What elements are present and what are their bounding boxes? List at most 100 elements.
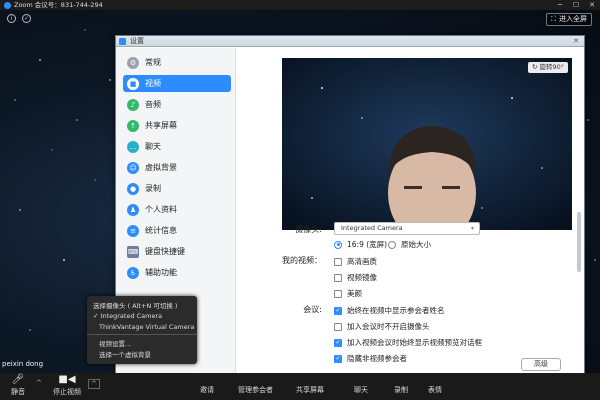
preview-dialog-label: 加入视频会议时始终显示视频预览对话框 [347, 338, 482, 347]
hd-option[interactable]: 高清画质 [334, 256, 377, 267]
video-settings-item[interactable]: 视频设置... [99, 338, 131, 348]
video-preview: ↻ 旋转90° [282, 58, 572, 230]
sidebar-item-statistics[interactable]: ≡ 统计信息 [123, 222, 231, 239]
settings-title: 设置 [130, 37, 144, 45]
hd-checkbox[interactable] [334, 257, 342, 266]
camera-option-label: Integrated Camera [100, 312, 163, 320]
stop-video-button[interactable]: ■◀ 停止视频 [48, 373, 86, 400]
sidebar-item-label: 视频 [145, 79, 161, 88]
my-video-label: 我的视频： [282, 256, 322, 265]
rotate-video-button[interactable]: ↻ 旋转90° [527, 62, 568, 73]
turn-off-video-checkbox[interactable] [334, 322, 342, 331]
sidebar-item-label: 虚拟背景 [145, 163, 177, 172]
sidebar-item-label: 常规 [145, 58, 161, 67]
hide-nonvideo-checkbox[interactable]: ✓ [334, 354, 342, 363]
sidebar-item-label: 聊天 [145, 142, 161, 151]
sidebar-item-label: 共享屏幕 [145, 121, 177, 130]
video-preview-image [282, 58, 572, 230]
advanced-button[interactable]: 高级 [521, 358, 561, 371]
info-icon[interactable]: i [7, 14, 16, 23]
video-options-chevron-icon[interactable]: ^ [88, 379, 100, 389]
sidebar-item-chat[interactable]: … 聊天 [123, 138, 231, 155]
popup-divider [87, 334, 197, 335]
video-camera-icon: ■◀ [58, 374, 76, 385]
chat-button[interactable]: 聊天 [354, 385, 368, 395]
fullscreen-label: 进入全屏 [559, 15, 587, 23]
touch-up-option[interactable]: 美颜 [334, 288, 362, 299]
ratio-widescreen-radio[interactable] [334, 240, 342, 249]
profile-icon: ♟ [127, 203, 139, 216]
choose-background-item[interactable]: 选择一个虚拟背景 [99, 349, 151, 359]
mute-button[interactable]: 🎤︎ 静音 [6, 373, 30, 400]
headphones-icon: ♪ [127, 98, 139, 111]
camera-option-virtual[interactable]: ThinkVantage Virtual Camera [99, 323, 194, 331]
checkmark-icon: ✓ [93, 312, 99, 320]
audio-options-chevron-icon[interactable]: ^ [36, 379, 42, 387]
minimize-icon[interactable]: ─ [552, 0, 568, 10]
sidebar-item-accessibility[interactable]: ♿ 辅助功能 [123, 264, 231, 281]
sidebar-item-recording[interactable]: ● 录制 [123, 180, 231, 197]
turn-off-video-option[interactable]: 加入会议时不开启摄像头 [334, 321, 430, 332]
ratio-original-option[interactable]: 原始大小 [388, 239, 431, 250]
show-names-label: 始终在视频中显示参会者姓名 [347, 306, 445, 315]
camera-select-value: Integrated Camera [341, 224, 403, 232]
microphone-icon: 🎤︎ [11, 374, 25, 385]
camera-option-integrated[interactable]: ✓ Integrated Camera [93, 312, 162, 320]
sidebar-item-general[interactable]: ⚙ 常规 [123, 54, 231, 71]
window-title: Zoom 会议号：831-744-294 [14, 1, 103, 9]
keyboard-icon: ⌨ [127, 245, 139, 258]
enter-fullscreen-button[interactable]: ⛶ 进入全屏 [546, 13, 592, 26]
settings-scrollbar[interactable] [577, 212, 581, 272]
hd-label: 高清画质 [347, 257, 377, 266]
ratio-original-label: 原始大小 [401, 240, 431, 249]
reactions-button[interactable]: 表情 [428, 385, 442, 395]
sidebar-item-label: 键盘快捷键 [145, 247, 185, 256]
sidebar-item-share-screen[interactable]: ↑ 共享屏幕 [123, 117, 231, 134]
meeting-toolbar: 🎤︎ 静音 ^ ■◀ 停止视频 ^ 邀请 管理参会者 共享屏幕 聊天 录制 表情 [0, 373, 600, 400]
mute-label: 静音 [11, 388, 25, 396]
turn-off-video-label: 加入会议时不开启摄像头 [347, 322, 430, 331]
chevron-down-icon: ▾ [470, 225, 474, 232]
mirror-option[interactable]: 视频镜像 [334, 272, 377, 283]
hide-nonvideo-option[interactable]: ✓ 隐藏非视频参会者 [334, 353, 407, 364]
rotate-label: 旋转90° [539, 63, 564, 71]
preview-dialog-option[interactable]: ✓ 加入视频会议时始终显示视频预览对话框 [334, 337, 482, 348]
settings-close-icon[interactable]: ✕ [570, 37, 582, 45]
accessibility-icon: ♿ [127, 266, 139, 279]
sidebar-item-keyboard-shortcuts[interactable]: ⌨ 键盘快捷键 [123, 243, 231, 260]
share-screen-button[interactable]: 共享屏幕 [296, 385, 324, 395]
virtual-background-icon: ☺ [127, 161, 139, 174]
manage-participants-button[interactable]: 管理参会者 [238, 385, 273, 395]
sidebar-item-audio[interactable]: ♪ 音频 [123, 96, 231, 113]
ratio-widescreen-option[interactable]: 16:9 (宽屏) [334, 239, 387, 250]
settings-window-icon [119, 38, 126, 45]
window-controls: ─ ☐ ✕ [552, 0, 600, 10]
camera-option-label: ThinkVantage Virtual Camera [99, 323, 195, 331]
close-icon[interactable]: ✕ [584, 0, 600, 10]
touch-up-label: 美颜 [347, 289, 362, 298]
sidebar-item-virtual-background[interactable]: ☺ 虚拟背景 [123, 159, 231, 176]
touch-up-checkbox[interactable] [334, 289, 342, 298]
invite-button[interactable]: 邀请 [200, 385, 214, 395]
sidebar-item-label: 辅助功能 [145, 268, 177, 277]
rotate-icon: ↻ [531, 63, 538, 71]
sidebar-item-profile[interactable]: ♟ 个人资料 [123, 201, 231, 218]
sidebar-item-label: 个人资料 [145, 205, 177, 214]
encryption-shield-icon[interactable]: ✓ [22, 14, 31, 23]
sidebar-item-label: 音频 [145, 100, 161, 109]
ratio-original-radio[interactable] [388, 240, 396, 249]
sidebar-item-video[interactable]: ■ 视频 [123, 75, 231, 92]
chat-bubble-icon: … [127, 140, 139, 153]
meeting-info-icons: i ✓ [7, 14, 31, 23]
mirror-checkbox[interactable] [334, 273, 342, 282]
stop-video-label: 停止视频 [53, 388, 81, 396]
show-names-checkbox[interactable]: ✓ [334, 306, 342, 315]
mirror-label: 视频镜像 [347, 273, 377, 282]
show-names-option[interactable]: ✓ 始终在视频中显示参会者姓名 [334, 305, 445, 316]
settings-titlebar: 设置 ✕ [116, 36, 584, 47]
maximize-icon[interactable]: ☐ [568, 0, 584, 10]
camera-select[interactable]: Integrated Camera ▾ [334, 222, 480, 235]
record-button[interactable]: 录制 [394, 385, 408, 395]
camera-label: 摄像头: [295, 225, 322, 234]
preview-dialog-checkbox[interactable]: ✓ [334, 338, 342, 347]
